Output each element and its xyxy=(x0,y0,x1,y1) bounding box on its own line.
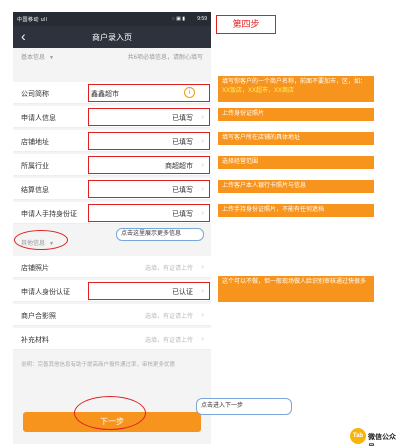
settlement-label: 结算信息 xyxy=(21,187,49,194)
note-settlement: 上传客户本人银行卡照片与信息 xyxy=(218,180,374,193)
supplementary-label: 补充材料 xyxy=(21,337,49,344)
highlight-other-info-oval xyxy=(14,230,68,250)
watermark-logo: Tab 微信公众号 xyxy=(350,428,398,446)
highlight-next-oval xyxy=(74,396,146,430)
logo-text: 微信公众号 xyxy=(368,434,396,446)
basic-info-note: 共6项必填信息，请耐心填写 xyxy=(127,55,203,61)
row-supplementary[interactable]: 补充材料 选填，有证请上传 › xyxy=(13,328,211,350)
note-applicant: 上传身份证照片 xyxy=(218,108,374,121)
highlight-handheld-id xyxy=(88,204,210,222)
chevron-right-icon: › xyxy=(201,262,204,271)
signal-indicator: 中国移动 ull xyxy=(17,17,48,23)
row-merchant-group-photo[interactable]: 商户合影照 选填，有证请上传 › xyxy=(13,304,211,326)
handheld-id-label: 申请人手持身份证 xyxy=(21,211,77,218)
caret-down-icon: ▼ xyxy=(49,55,54,61)
note-address: 填写客户所在店铺的具体地址 xyxy=(218,132,374,145)
chevron-right-icon: › xyxy=(201,310,204,319)
note-more-info: 点击这里展示更多信息 xyxy=(116,228,204,241)
applicant-info-label: 申请人信息 xyxy=(21,115,56,122)
merchant-group-photo-value: 选填，有证请上传 xyxy=(144,314,193,320)
note-company-examples: XX饭店，XX超市，XX商店 xyxy=(222,88,295,94)
shop-address-label: 店铺地址 xyxy=(21,139,49,146)
page-title: 商户录入页 xyxy=(92,33,132,42)
description-text: 说明：完善其他信息有助于提高商户报件通过率，审核更多优惠 xyxy=(21,362,176,368)
status-icons: ◌ ▣ ▮ xyxy=(171,16,185,22)
highlight-shop-address xyxy=(88,132,210,150)
nav-bar: ‹ 商户录入页 xyxy=(13,26,211,48)
status-time: 9:59 xyxy=(197,16,207,22)
company-name-label: 公司简称 xyxy=(21,91,49,98)
shop-photos-label: 店铺照片 xyxy=(21,265,49,272)
highlight-settlement xyxy=(88,180,210,198)
logo-mark: Tab xyxy=(350,428,366,444)
basic-info-header[interactable]: 基本信息 ▼ 共6项必填信息，请耐心填写 xyxy=(13,48,211,62)
note-identity-auth: 这个可以不做，但一般现场做人脸识别审核通过快很多 xyxy=(218,276,374,302)
basic-info-label: 基本信息 xyxy=(21,55,46,61)
status-bar: 中国移动 ull ◌ ▣ ▮ 9:59 xyxy=(13,12,211,26)
highlight-company-name xyxy=(88,84,210,102)
identity-auth-label: 申请人身份认证 xyxy=(21,289,70,296)
merchant-group-photo-label: 商户合影照 xyxy=(21,313,56,320)
shop-photos-value: 选填，有证请上传 xyxy=(144,266,193,272)
highlight-applicant-info xyxy=(88,108,210,126)
highlight-identity-auth xyxy=(88,282,210,300)
note-industry: 选择经营范围 xyxy=(218,156,374,169)
supplementary-value: 选填，有证请上传 xyxy=(144,338,193,344)
note-company-name: 填写你客户的一个商户名称，前面不要加市，区，如：XX饭店，XX超市，XX商店 xyxy=(218,76,374,102)
note-next-step: 点击进入下一步 xyxy=(196,398,292,415)
row-shop-photos[interactable]: 店铺照片 选填，有证请上传 › xyxy=(13,256,211,278)
highlight-industry xyxy=(88,156,210,174)
industry-label: 所属行业 xyxy=(21,163,49,170)
step-label: 第四步 xyxy=(216,15,276,34)
chevron-right-icon: › xyxy=(201,334,204,343)
note-handheld: 上传手持身份证照片，不能有任何遮挡 xyxy=(218,204,374,217)
